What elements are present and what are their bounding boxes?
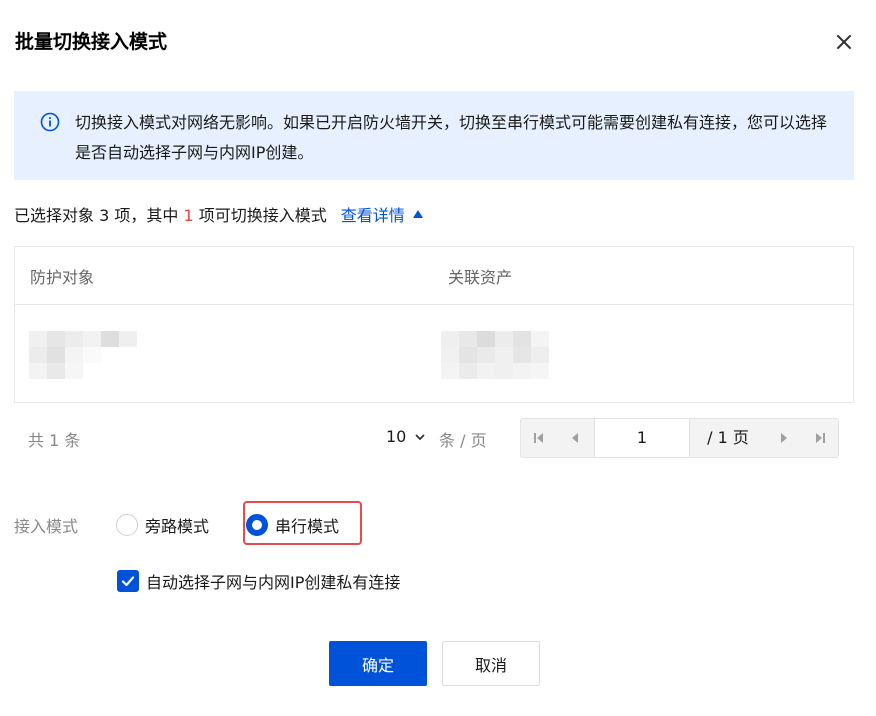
first-page-button[interactable] [521,419,557,457]
radio-bypass-mode[interactable]: 旁路模式 [116,513,209,537]
info-alert: 切换接入模式对网络无影响。如果已开启防火墙开关，切换至串行模式可能需要创建私有连… [14,91,854,180]
checkbox-label: 自动选择子网与内网IP创建私有连接 [146,573,401,592]
last-page-button[interactable] [802,419,838,457]
caret-left-icon [572,433,578,443]
access-mode-label: 接入模式 [14,517,79,536]
blurred-object-cell [29,331,137,379]
objects-table: 防护对象 关联资产 [14,246,854,403]
radio-label-bypass: 旁路模式 [145,517,210,536]
last-page-icon [816,433,825,443]
summary-prefix: 已选择对象 3 项，其中 [14,206,184,225]
pagination: 共 1 条 10 条 / 页 1 / 1 页 [14,418,854,458]
radio-circle-checked[interactable] [246,514,268,536]
radio-serial-mode[interactable]: 串行模式 [246,513,339,537]
switchable-count: 1 [183,206,194,225]
close-icon[interactable] [834,32,854,52]
radio-label-serial: 串行模式 [275,517,340,536]
column-header-associated-asset: 关联资产 [448,268,513,287]
total-count: 共 1 条 [28,431,81,450]
next-page-button[interactable] [766,419,802,457]
confirm-button[interactable]: 确定 [329,641,427,686]
table-header: 防护对象 关联资产 [15,247,853,305]
dialog-title: 批量切换接入模式 [15,31,168,53]
summary-suffix: 项可切换接入模式 [193,206,327,225]
page-size-unit: 条 / 页 [439,431,487,450]
blurred-asset-cell [441,331,549,379]
radio-circle-unchecked[interactable] [116,514,138,536]
page-number-input[interactable]: 1 [594,419,690,457]
page-navigator: 1 / 1 页 [520,418,839,458]
caret-up-icon[interactable] [412,210,423,218]
check-icon [121,576,135,587]
first-page-icon [534,433,543,443]
chevron-down-icon[interactable] [414,431,426,443]
total-pages: / 1 页 [707,428,749,447]
checkbox-checked[interactable] [117,570,139,592]
page-size-select[interactable]: 10 [386,427,406,446]
prev-page-button[interactable] [557,419,593,457]
alert-message: 切换接入模式对网络无影响。如果已开启防火墙开关，切换至串行模式可能需要创建私有连… [75,113,828,162]
caret-right-icon [781,433,787,443]
selection-summary: 已选择对象 3 项，其中 1 项可切换接入模式 查看详情 [14,205,423,227]
view-details-link[interactable]: 查看详情 [341,206,405,225]
cancel-button[interactable]: 取消 [442,641,540,686]
column-header-protected-object: 防护对象 [30,268,95,287]
auto-select-subnet-checkbox[interactable]: 自动选择子网与内网IP创建私有连接 [117,569,400,593]
info-icon [40,112,60,132]
